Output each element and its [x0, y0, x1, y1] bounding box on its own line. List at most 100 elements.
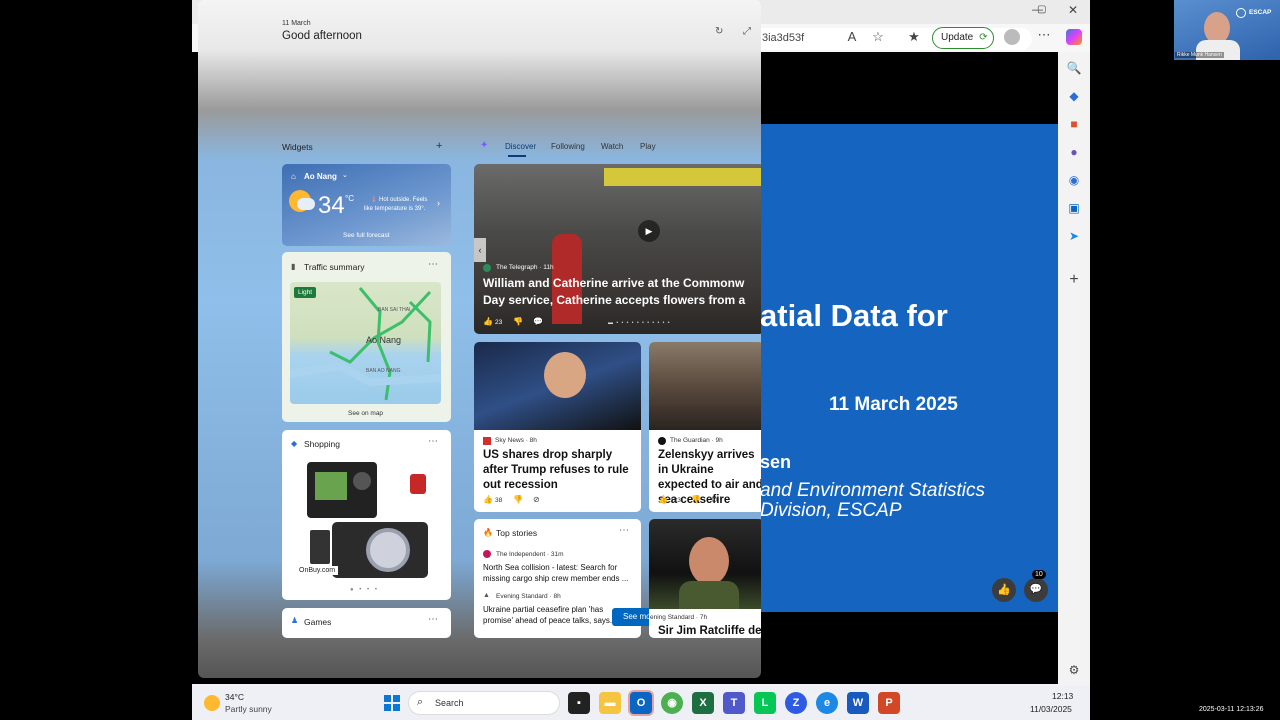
- search-icon[interactable]: 🔍: [1066, 60, 1082, 76]
- hero-likes: 23: [495, 319, 503, 326]
- tab-watch[interactable]: Watch: [601, 142, 623, 151]
- add-widget-icon[interactable]: +: [436, 140, 442, 152]
- see-on-map-link[interactable]: See on map: [348, 410, 383, 417]
- shopping-card[interactable]: ◆ Shopping ⋯ OnBuy.com ● • • •: [282, 430, 451, 600]
- news-likes-1: 38: [495, 497, 503, 504]
- word-icon[interactable]: W: [847, 692, 869, 714]
- weather-note-2: like temperature is 39°.: [364, 206, 426, 212]
- powerpoint-icon[interactable]: P: [878, 692, 900, 714]
- taskbar-time[interactable]: 12:13: [1052, 691, 1073, 701]
- traffic-card[interactable]: ▮ Traffic summary ⋯ Light BAN SAI THAI A…: [282, 252, 451, 422]
- favorite-star-icon[interactable]: ☆: [868, 29, 888, 45]
- copilot-icon[interactable]: [1066, 29, 1082, 45]
- like-icon[interactable]: 👍: [658, 495, 668, 504]
- update-label: Update: [941, 32, 974, 43]
- hero-source: The Telegraph · 11h: [496, 264, 554, 271]
- hero-news-card[interactable]: ▶ ‹ The Telegraph · 11h William and Cath…: [474, 164, 761, 334]
- games-card[interactable]: ♟ Games ⋯: [282, 608, 451, 638]
- comment-reaction-button[interactable]: 💬: [1024, 578, 1048, 602]
- news-source-1: Sky News · 8h: [495, 437, 537, 444]
- settings-gear-icon[interactable]: ⚙: [1066, 662, 1082, 678]
- teams-icon[interactable]: T: [723, 692, 745, 714]
- excel-teams-icon[interactable]: X: [692, 692, 714, 714]
- presenter-video: ESCAP Rikke Munk Hansen: [1174, 0, 1280, 60]
- tab-play[interactable]: Play: [640, 142, 656, 151]
- fire-icon: 🔥: [483, 528, 493, 537]
- dislike-icon[interactable]: 👎: [513, 495, 523, 504]
- comment-icon[interactable]: 💬: [533, 317, 543, 326]
- people-icon[interactable]: ●: [1066, 144, 1082, 160]
- taskbar-weather-temp[interactable]: 34°C: [225, 692, 244, 702]
- traffic-map[interactable]: Light BAN SAI THAI Ao Nang BAN AO NANG: [290, 282, 441, 404]
- refresh-icon[interactable]: ↻: [715, 26, 723, 37]
- see-full-forecast-link[interactable]: See full forecast: [343, 232, 390, 239]
- outlook-icon[interactable]: ▣: [1066, 200, 1082, 216]
- traffic-title: Traffic summary: [304, 262, 365, 272]
- copilot-discover-icon: ✦: [480, 140, 489, 151]
- more-options-icon[interactable]: ⋯: [619, 525, 629, 536]
- task-view-icon[interactable]: ▪: [568, 692, 590, 714]
- profile-avatar-icon[interactable]: [1004, 29, 1020, 45]
- shopping-tag-icon[interactable]: ◆: [1066, 88, 1082, 104]
- news-title-3[interactable]: Sir Jim Ratcliffe deli: [658, 624, 761, 638]
- story-text-1[interactable]: North Sea collision - latest: Search for…: [483, 562, 635, 584]
- taskbar-search-box[interactable]: ⌕ Search: [408, 691, 560, 715]
- expand-icon[interactable]: ⤢: [743, 26, 751, 37]
- line-app-icon[interactable]: L: [754, 692, 776, 714]
- slide-affiliation-1: and Environment Statistics: [760, 480, 985, 501]
- favorites-icon[interactable]: ★: [904, 29, 924, 45]
- hide-icon[interactable]: ⊘: [533, 495, 540, 504]
- comment-count-badge: 10: [1032, 570, 1046, 579]
- news-image-2: [649, 342, 761, 430]
- hide-icon[interactable]: ⊘: [711, 495, 718, 504]
- taskbar: 34°C Partly sunny ⌕ Search ▪ ▬ O ◉ X T L…: [192, 686, 1090, 720]
- taskbar-date[interactable]: 11/03/2025: [1030, 704, 1072, 714]
- file-explorer-icon[interactable]: ▬: [599, 692, 621, 714]
- dislike-icon[interactable]: 👎: [691, 495, 701, 504]
- product-camera-image-2[interactable]: [332, 522, 428, 578]
- cloud-icon: [297, 198, 315, 210]
- dislike-icon[interactable]: 👎: [513, 317, 523, 326]
- traffic-status-badge: Light: [294, 287, 317, 298]
- tab-following[interactable]: Following: [551, 142, 585, 151]
- like-icon[interactable]: 👍: [483, 317, 493, 326]
- update-button[interactable]: Update ⟳: [932, 27, 994, 49]
- weather-card[interactable]: ⌂ Ao Nang ⌄ 34 °C 🌡 Hot outside. Feels l…: [282, 164, 451, 246]
- camera-screen: [315, 472, 347, 500]
- close-icon[interactable]: ✕: [1068, 3, 1078, 17]
- news-image-1: [474, 342, 641, 430]
- read-aloud-icon[interactable]: A: [842, 29, 862, 44]
- more-options-icon[interactable]: ⋯: [428, 614, 438, 625]
- news-card-2[interactable]: The Guardian · 9h Zelenskyy arrives in U…: [649, 342, 761, 512]
- like-reaction-button[interactable]: 👍: [992, 578, 1016, 602]
- tab-discover[interactable]: Discover: [505, 142, 536, 151]
- outlook-taskbar-icon[interactable]: O: [630, 692, 652, 714]
- more-options-icon[interactable]: ⋯: [428, 259, 438, 270]
- taskbar-weather-desc[interactable]: Partly sunny: [225, 704, 272, 714]
- news-card-3[interactable]: ening Standard · 7h Sir Jim Ratcliffe de…: [649, 519, 761, 638]
- games-icon[interactable]: ◉: [1066, 172, 1082, 188]
- product-camera-image[interactable]: [307, 462, 377, 518]
- more-menu-icon[interactable]: ⋯: [1034, 27, 1054, 43]
- send-icon[interactable]: ➤: [1066, 228, 1082, 244]
- hero-title-line-2[interactable]: Day service, Catherine accepts flowers f…: [483, 293, 745, 307]
- hero-title-line-1[interactable]: William and Catherine arrive at the Comm…: [483, 276, 744, 290]
- like-icon[interactable]: 👍: [483, 495, 493, 504]
- zoom-icon[interactable]: Z: [785, 692, 807, 714]
- previous-arrow-icon[interactable]: ‹: [474, 238, 486, 262]
- maximize-icon[interactable]: ▢: [1037, 4, 1046, 15]
- more-options-icon[interactable]: ⋯: [428, 436, 438, 447]
- chrome-icon[interactable]: ◉: [661, 692, 683, 714]
- slide-date: 11 March 2025: [829, 394, 958, 415]
- news-card-1[interactable]: Sky News · 8h US shares drop sharply aft…: [474, 342, 641, 512]
- play-video-icon[interactable]: ▶: [638, 220, 660, 242]
- add-icon[interactable]: +: [1066, 272, 1082, 288]
- chevron-right-icon[interactable]: ›: [437, 198, 440, 208]
- news-title-1[interactable]: US shares drop sharply after Trump refus…: [483, 448, 635, 493]
- weather-unit: °C: [345, 194, 354, 203]
- tools-icon[interactable]: ■: [1066, 116, 1082, 132]
- start-windows-icon[interactable]: [384, 695, 400, 711]
- edge-icon[interactable]: e: [816, 692, 838, 714]
- weather-sun-icon[interactable]: [204, 695, 220, 711]
- home-icon: ⌂: [291, 172, 296, 181]
